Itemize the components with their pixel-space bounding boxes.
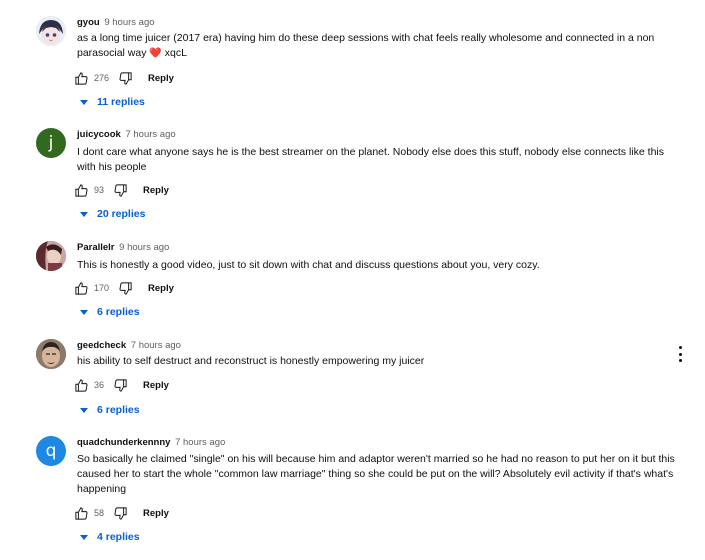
reply-button[interactable]: Reply	[143, 380, 169, 391]
comment-timestamp[interactable]: 9 hours ago	[119, 242, 169, 253]
comment-timestamp[interactable]: 9 hours ago	[104, 17, 154, 28]
caret-down-icon	[80, 212, 88, 217]
thumb-up-icon[interactable]	[74, 183, 89, 198]
view-replies-button[interactable]: 6 replies	[80, 404, 140, 416]
comment-text: as a long time juicer (2017 era) having …	[77, 32, 655, 59]
like-count: 36	[94, 380, 105, 390]
comment-header: geedcheck 7 hours ago	[77, 340, 181, 351]
replies-count: 6 replies	[97, 404, 140, 416]
comment-header: quadchunderkennny 7 hours ago	[77, 437, 225, 448]
photo-avatar-icon	[36, 241, 66, 271]
comment-text: I dont care what anyone says he is the b…	[77, 146, 664, 173]
avatar[interactable]	[36, 241, 66, 271]
comment-text: So basically he claimed "single" on his …	[77, 453, 675, 495]
comment-author[interactable]: gyou	[77, 17, 100, 28]
replies-count: 4 replies	[97, 531, 140, 543]
emote-text: xqcL	[164, 47, 187, 59]
comment-actions: 276 Reply	[74, 69, 174, 87]
comment-actions: 36 Reply	[74, 376, 169, 394]
thumb-up-icon[interactable]	[74, 506, 89, 521]
reply-button[interactable]: Reply	[148, 73, 174, 84]
avatar-letter: j	[48, 133, 54, 153]
thumb-up-icon[interactable]	[74, 281, 89, 296]
caret-down-icon	[80, 100, 88, 105]
comment-text: This is honestly a good video, just to s…	[77, 259, 540, 271]
comment-actions: 58 Reply	[74, 504, 169, 522]
reply-button[interactable]: Reply	[143, 185, 169, 196]
thumb-down-icon[interactable]	[113, 378, 128, 393]
thumb-up-icon[interactable]	[74, 378, 89, 393]
caret-down-icon	[80, 408, 88, 413]
comment-author[interactable]: Parallelr	[77, 242, 115, 253]
avatar-letter: q	[45, 441, 57, 461]
reply-button[interactable]: Reply	[148, 283, 174, 294]
view-replies-button[interactable]: 11 replies	[80, 96, 145, 108]
comment-header: gyou 9 hours ago	[77, 17, 155, 28]
like-count: 170	[94, 283, 110, 293]
thumb-down-icon[interactable]	[113, 183, 128, 198]
comment-header: Parallelr 9 hours ago	[77, 242, 169, 253]
view-replies-button[interactable]: 6 replies	[80, 306, 140, 318]
face-avatar-icon	[36, 339, 66, 369]
avatar[interactable]: q	[36, 436, 66, 466]
replies-count: 20 replies	[97, 208, 146, 220]
heart-emoji: ❤️	[149, 48, 162, 59]
thumb-down-icon[interactable]	[113, 506, 128, 521]
comment-author[interactable]: geedcheck	[77, 340, 126, 351]
like-count: 93	[94, 185, 105, 195]
replies-count: 6 replies	[97, 306, 140, 318]
avatar[interactable]	[36, 339, 66, 369]
comment-actions: 93 Reply	[74, 181, 169, 199]
anime-avatar-icon	[36, 16, 66, 46]
caret-down-icon	[80, 535, 88, 540]
comment-timestamp[interactable]: 7 hours ago	[125, 129, 175, 140]
more-vert-icon[interactable]	[676, 346, 684, 362]
reply-button[interactable]: Reply	[143, 508, 169, 519]
comment-actions: 170 Reply	[74, 279, 174, 297]
comment-text: his ability to self destruct and reconst…	[77, 355, 425, 367]
thumb-down-icon[interactable]	[118, 71, 133, 86]
thumb-up-icon[interactable]	[74, 71, 89, 86]
comment-timestamp[interactable]: 7 hours ago	[131, 340, 181, 351]
comment-timestamp[interactable]: 7 hours ago	[175, 437, 225, 448]
avatar[interactable]	[36, 16, 66, 46]
comment-author[interactable]: quadchunderkennny	[77, 437, 170, 448]
view-replies-button[interactable]: 20 replies	[80, 208, 145, 220]
replies-count: 11 replies	[97, 96, 145, 108]
like-count: 58	[94, 508, 105, 518]
comment-author[interactable]: juicycook	[77, 129, 121, 140]
avatar[interactable]: j	[36, 128, 66, 158]
comment-header: juicycook 7 hours ago	[77, 129, 176, 140]
like-count: 276	[94, 73, 110, 83]
view-replies-button[interactable]: 4 replies	[80, 531, 140, 543]
caret-down-icon	[80, 310, 88, 315]
thumb-down-icon[interactable]	[118, 281, 133, 296]
